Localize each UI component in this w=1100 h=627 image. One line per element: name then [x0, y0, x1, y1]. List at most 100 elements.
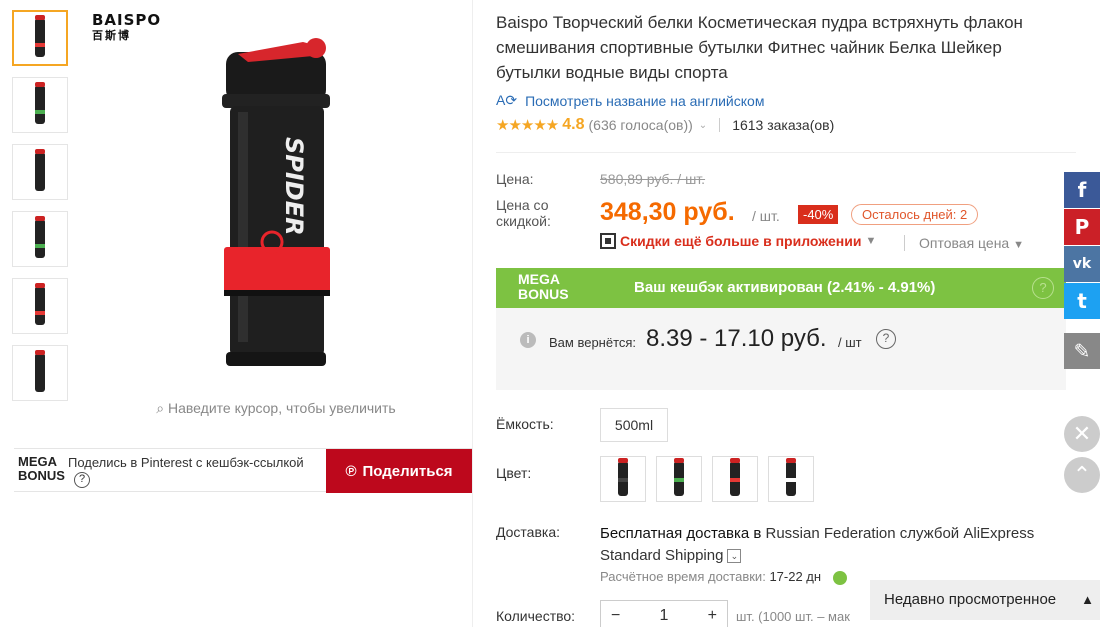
- mega-bonus-small-logo: MEGA BONUS: [18, 455, 65, 483]
- main-product-image[interactable]: BAISPO 百斯博 SPIDER: [88, 8, 472, 398]
- quantity-increase-button[interactable]: +: [708, 607, 717, 625]
- capacity-option[interactable]: 500ml: [600, 408, 668, 442]
- translate-link[interactable]: A⟳ Посмотреть название на английском: [496, 92, 1066, 109]
- mega-bonus-bar: MEGA BONUS Ваш кешбэк активирован (2.41%…: [496, 268, 1066, 308]
- eta-value: 17-22 дн: [769, 569, 822, 584]
- orders-count: 1613 заказа(ов): [732, 117, 835, 133]
- help-icon[interactable]: ?: [1032, 277, 1054, 299]
- help-icon[interactable]: ?: [876, 329, 896, 349]
- zoom-icon: ⌕: [156, 400, 168, 416]
- capacity-label: Ёмкость:: [496, 416, 554, 432]
- discount-price: 348,30 руб.: [600, 198, 735, 226]
- product-info: Baispo Творческий белки Косметическая пу…: [496, 10, 1066, 134]
- thumbnail-band: [35, 378, 45, 382]
- color-option-2[interactable]: [656, 456, 702, 502]
- color-option-image: [786, 458, 796, 496]
- recently-viewed-label: Недавно просмотренное: [884, 591, 1057, 608]
- color-option-1[interactable]: [600, 456, 646, 502]
- twitter-icon[interactable]: t: [1064, 283, 1100, 319]
- chevron-down-icon[interactable]: ⌄: [727, 549, 742, 564]
- pinterest-share-button[interactable]: ℗ Поделиться: [326, 449, 472, 493]
- thumbnail-1[interactable]: [12, 10, 68, 66]
- mega-bonus-logo: MEGA BONUS: [518, 272, 569, 302]
- brand-logo: BAISPO 百斯博: [92, 12, 161, 44]
- thumbnail-bottle-image: [35, 15, 45, 57]
- color-option-4[interactable]: [768, 456, 814, 502]
- thumbnail-bottle-image: [35, 82, 45, 124]
- info-icon: i: [520, 332, 536, 348]
- pinterest-icon: ℗: [345, 462, 357, 480]
- thumbnail-2[interactable]: [12, 77, 68, 133]
- quantity-note: шт. (1000 шт. – мак: [736, 609, 850, 624]
- translate-icon: A⟳: [496, 92, 518, 108]
- edit-icon[interactable]: ✎: [1064, 333, 1100, 369]
- chevron-up-icon: ▲: [1081, 592, 1094, 607]
- delivery-eta: Расчётное время доставки: 17-22 дн: [600, 569, 847, 585]
- mega-logo-line1: MEGA: [518, 271, 560, 287]
- translate-link-text[interactable]: Посмотреть название на английском: [525, 93, 764, 109]
- color-option-band: [730, 478, 740, 482]
- cashback-activated-text: Ваш кешбэк активирован (2.41% - 4.91%): [634, 279, 936, 296]
- product-title: Baispo Творческий белки Косметическая пу…: [496, 13, 1023, 82]
- delivery-text-bold: Бесплатная доставка в: [600, 525, 762, 542]
- wholesale-price-text[interactable]: Оптовая цена: [919, 235, 1009, 251]
- color-option-band: [674, 478, 684, 482]
- thumbnail-band: [35, 311, 45, 315]
- rating-row: ★★★★★ 4.8 (636 голоса(ов)) ⌄ 1613 заказа…: [496, 116, 1066, 134]
- days-left-badge: Осталось дней: 2: [851, 204, 979, 225]
- quantity-decrease-button[interactable]: −: [611, 607, 620, 625]
- color-option-3[interactable]: [712, 456, 758, 502]
- column-divider: [472, 0, 473, 627]
- cashback-label: Вам вернётся:: [549, 335, 637, 350]
- scroll-up-icon[interactable]: ⌃: [1064, 457, 1100, 493]
- price-per-unit: / шт.: [752, 208, 780, 224]
- delivery-label: Доставка:: [496, 524, 561, 540]
- bottle-brand-text: SPIDER: [280, 137, 308, 236]
- vk-icon[interactable]: vk: [1064, 246, 1100, 282]
- old-price: 580,89 руб. / шт.: [600, 171, 706, 187]
- chevron-down-icon[interactable]: ⌄: [699, 120, 707, 131]
- quantity-input[interactable]: 1: [660, 607, 669, 625]
- votes-link[interactable]: (636 голоса(ов)): [589, 117, 693, 133]
- rating-value: 4.8: [562, 116, 585, 133]
- app-discount-link[interactable]: Скидки ещё больше в приложении ▼: [600, 233, 876, 249]
- discount-price-label: Цена со скидкой:: [496, 197, 551, 229]
- eta-label: Расчётное время доставки:: [600, 569, 766, 584]
- rating-stars: ★★★★★: [496, 117, 559, 134]
- thumbnail-6[interactable]: [12, 345, 68, 401]
- facebook-icon[interactable]: f: [1064, 172, 1100, 208]
- pinterest-share-bar: MEGA BONUS Поделись в Pinterest с кешбэк…: [14, 448, 472, 493]
- caret-down-icon[interactable]: ▼: [865, 235, 876, 247]
- caret-down-icon[interactable]: ▼: [1013, 239, 1024, 251]
- price-label: Цена:: [496, 171, 534, 187]
- help-icon[interactable]: ?: [74, 472, 90, 488]
- color-label: Цвет:: [496, 465, 532, 481]
- color-option-band: [618, 478, 628, 482]
- color-option-image: [618, 458, 628, 496]
- cashback-unit: / шт: [838, 335, 862, 350]
- thumbnail-bottle-image: [35, 350, 45, 392]
- color-option-band: [786, 478, 796, 482]
- cashback-box: i Вам вернётся: 8.39 - 17.10 руб. / шт ?: [496, 308, 1066, 390]
- thumbnail-bottle-image: [35, 149, 45, 191]
- thumbnail-4[interactable]: [12, 211, 68, 267]
- brand-logo-sub: 百斯博: [92, 29, 131, 42]
- thumbnail-5[interactable]: [12, 278, 68, 334]
- bottle-image: SPIDER: [208, 32, 338, 372]
- pinterest-icon[interactable]: P: [1064, 209, 1100, 245]
- cashback-value: 8.39 - 17.10 руб.: [646, 325, 827, 352]
- discount-badge: -40%: [798, 205, 839, 224]
- share-text: Поделись в Pinterest с кешбэк-ссылкой: [68, 455, 304, 470]
- thumbnail-band: [35, 177, 45, 181]
- wholesale-price-link[interactable]: Оптовая цена ▼: [904, 235, 1024, 251]
- delivery-info: Бесплатная доставка в Russian Federation…: [600, 523, 1070, 567]
- close-icon[interactable]: ✕: [1064, 416, 1100, 452]
- app-discount-text[interactable]: Скидки ещё больше в приложении: [620, 233, 861, 249]
- mega-logo-line2: BONUS: [518, 286, 569, 302]
- price-block: Цена: 580,89 руб. / шт. Цена со скидкой:…: [496, 152, 1076, 251]
- zoom-hint-text: Наведите курсор, чтобы увеличить: [168, 400, 396, 416]
- thumbnail-band: [35, 110, 45, 114]
- thumbnail-3[interactable]: [12, 144, 68, 200]
- recently-viewed-tab[interactable]: Недавно просмотренное ▲: [870, 580, 1100, 620]
- color-option-image: [674, 458, 684, 496]
